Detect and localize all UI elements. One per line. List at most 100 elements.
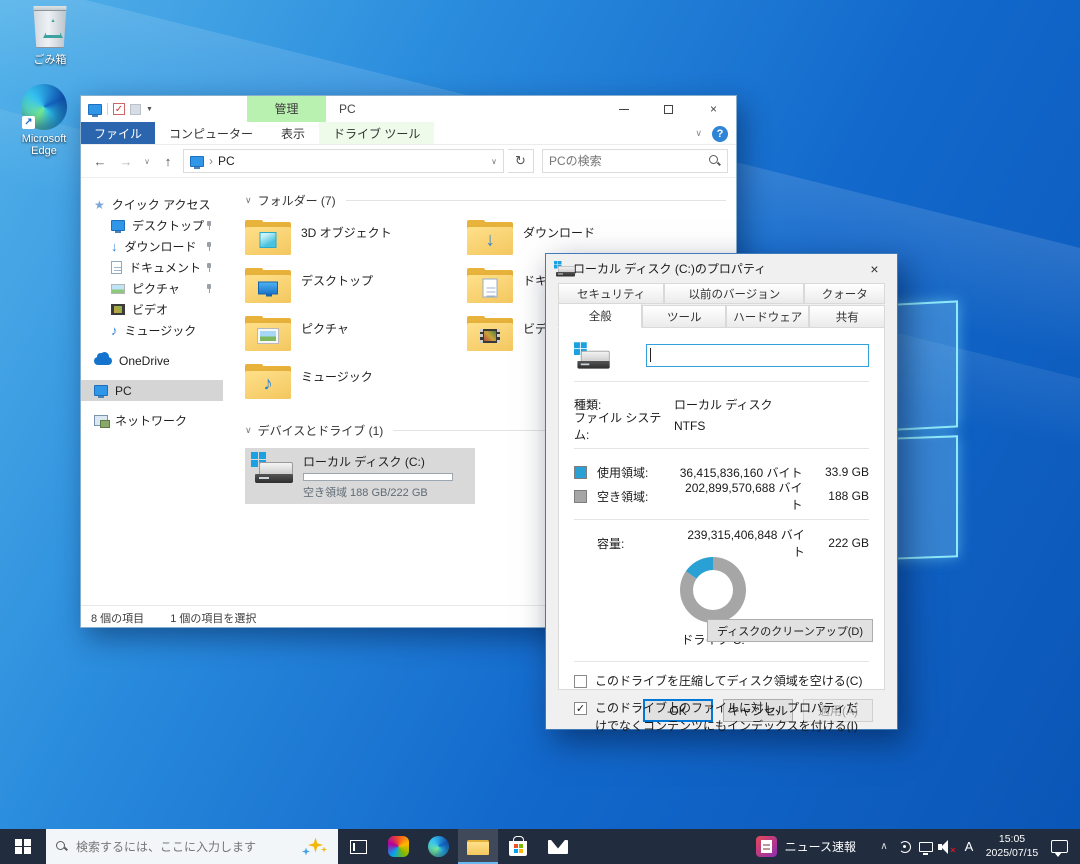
tab-general[interactable]: 全般: [558, 303, 642, 328]
tab-quota[interactable]: クォータ: [804, 283, 885, 304]
news-widget-icon[interactable]: [756, 836, 777, 857]
collapse-icon[interactable]: ∨: [245, 195, 252, 206]
contextual-tab-group-manage: 管理: [247, 96, 326, 122]
breadcrumb-item[interactable]: PC: [218, 154, 235, 168]
copilot-button[interactable]: [378, 829, 418, 864]
search-input[interactable]: [549, 154, 709, 168]
tab-drive-tools[interactable]: ドライブ ツール: [319, 122, 434, 144]
tab-sharing[interactable]: 共有: [809, 305, 885, 327]
back-icon[interactable]: ←: [89, 154, 111, 169]
mail-button[interactable]: [538, 829, 578, 864]
section-label: デバイスとドライブ (1): [258, 422, 384, 439]
ribbon-tab-strip: ファイル コンピューター 表示 ドライブ ツール ∨ ?: [81, 122, 736, 145]
volume-muted-tray-icon[interactable]: ×: [936, 829, 957, 864]
folder-tile-pictures[interactable]: ピクチャ: [245, 314, 467, 362]
checkbox-checked[interactable]: ✓: [574, 702, 587, 715]
tab-file[interactable]: ファイル: [81, 122, 155, 144]
capacity-size: 222 GB: [805, 536, 869, 550]
maximize-button[interactable]: [646, 96, 691, 122]
item-count: 8 個の項目: [91, 610, 144, 626]
action-center-icon[interactable]: [1051, 840, 1068, 853]
breadcrumb[interactable]: › PC ∨: [183, 149, 504, 173]
desktop: ごみ箱 ↗ Microsoft Edge ✓ ▼ 管理 PC × フ: [0, 0, 1080, 864]
drive-free-space: 空き領域 188 GB/222 GB: [303, 484, 453, 500]
sidebar-item-desktop[interactable]: デスクトップ: [81, 215, 223, 236]
quick-access-toolbar: ✓ ▼: [81, 103, 153, 115]
edge-button[interactable]: [418, 829, 458, 864]
folder-label: ピクチャ: [301, 316, 349, 362]
help-icon[interactable]: ?: [712, 126, 728, 142]
desktop-icon-edge[interactable]: ↗ Microsoft Edge: [8, 84, 80, 157]
forward-icon[interactable]: →: [115, 154, 137, 169]
address-dropdown-icon[interactable]: ∨: [491, 157, 497, 166]
music-note-icon: ♪: [111, 323, 118, 338]
section-header-folders[interactable]: ∨ フォルダー (7): [245, 192, 726, 209]
qat-customize-icon[interactable]: ▼: [146, 106, 153, 113]
refresh-button[interactable]: ↻: [508, 149, 534, 173]
picture-icon: [111, 284, 125, 294]
disk-cleanup-button[interactable]: ディスクのクリーンアップ(D): [707, 619, 873, 642]
store-button[interactable]: [498, 829, 538, 864]
folder-icon: ♪: [245, 364, 291, 400]
compress-checkbox-row[interactable]: このドライブを圧縮してディスク領域を空ける(C): [574, 673, 869, 690]
sync-tray-icon[interactable]: [894, 829, 915, 864]
tab-hardware[interactable]: ハードウェア: [726, 305, 809, 327]
ime-indicator[interactable]: A: [957, 839, 981, 854]
volume-label-input[interactable]: [646, 344, 870, 367]
collapse-icon[interactable]: ∨: [245, 425, 252, 436]
drive-tile-c[interactable]: ローカル ディスク (C:) 空き領域 188 GB/222 GB: [245, 448, 475, 504]
tab-security[interactable]: セキュリティ: [558, 283, 664, 304]
clock-time: 15:05: [999, 833, 1025, 845]
folder-icon: [245, 268, 291, 304]
sidebar-item-downloads[interactable]: ↓ ダウンロード: [81, 236, 223, 257]
search-box[interactable]: [542, 149, 728, 173]
index-checkbox-row[interactable]: ✓ このドライブ上のファイルに対し、プロパティだけでなくコンテンツにもインデック…: [574, 700, 869, 735]
monitor-icon: [258, 281, 278, 294]
dialog-titlebar: ローカル ディスク (C:)のプロパティ ×: [546, 254, 897, 283]
pin-icon: [204, 263, 213, 272]
sidebar-item-network[interactable]: ネットワーク: [81, 410, 223, 431]
minimize-button[interactable]: [601, 96, 646, 122]
task-view-icon: [350, 840, 367, 854]
up-icon[interactable]: ↑: [157, 154, 179, 169]
sidebar-item-onedrive[interactable]: OneDrive: [81, 350, 223, 371]
taskbar-search-input[interactable]: [76, 840, 294, 854]
sidebar-item-pc[interactable]: PC: [81, 380, 223, 401]
start-button[interactable]: [0, 829, 46, 864]
tab-view[interactable]: 表示: [267, 122, 319, 144]
folder-icon: [467, 268, 513, 304]
drive-name: ローカル ディスク (C:): [303, 453, 453, 470]
network-tray-icon[interactable]: [915, 829, 936, 864]
taskbar-search-box[interactable]: [46, 829, 338, 864]
sidebar-item-music[interactable]: ♪ ミュージック: [81, 320, 223, 341]
sidebar-item-videos[interactable]: ビデオ: [81, 299, 223, 320]
task-view-button[interactable]: [338, 829, 378, 864]
sidebar-item-label: OneDrive: [119, 354, 170, 368]
sidebar-item-pictures[interactable]: ピクチャ: [81, 278, 223, 299]
tab-tools[interactable]: ツール: [642, 305, 725, 327]
news-widget-label[interactable]: ニュース速報: [785, 838, 856, 855]
close-button[interactable]: ×: [852, 254, 897, 283]
checkbox-unchecked[interactable]: [574, 675, 587, 688]
sidebar-item-label: ダウンロード: [125, 238, 197, 255]
sidebar-item-documents[interactable]: ドキュメント: [81, 257, 223, 278]
new-folder-icon[interactable]: [130, 104, 141, 115]
show-hidden-icons-chevron[interactable]: ∧: [874, 841, 894, 852]
tab-computer[interactable]: コンピューター: [155, 122, 267, 144]
sidebar-item-quick-access[interactable]: ★ クイック アクセス: [81, 194, 223, 215]
properties-icon[interactable]: ✓: [113, 103, 125, 115]
folder-tile-desktop[interactable]: デスクトップ: [245, 266, 467, 314]
close-button[interactable]: ×: [691, 96, 736, 122]
clock[interactable]: 15:05 2025/07/15: [981, 833, 1043, 860]
folder-tile-music[interactable]: ♪ ミュージック: [245, 362, 467, 410]
pin-icon: [204, 284, 213, 293]
ribbon-collapse-icon[interactable]: ∨: [695, 128, 702, 139]
folder-tile-3d-objects[interactable]: 3D オブジェクト: [245, 218, 467, 266]
tab-previous-versions[interactable]: 以前のバージョン: [664, 283, 804, 304]
folder-label: 3D オブジェクト: [301, 220, 392, 266]
desktop-icon-recycle-bin[interactable]: ごみ箱: [14, 6, 86, 67]
copilot-icon: [388, 836, 409, 857]
recent-locations-icon[interactable]: ∨: [141, 157, 153, 166]
file-explorer-button[interactable]: [458, 829, 498, 864]
file-explorer-icon: [467, 838, 489, 855]
